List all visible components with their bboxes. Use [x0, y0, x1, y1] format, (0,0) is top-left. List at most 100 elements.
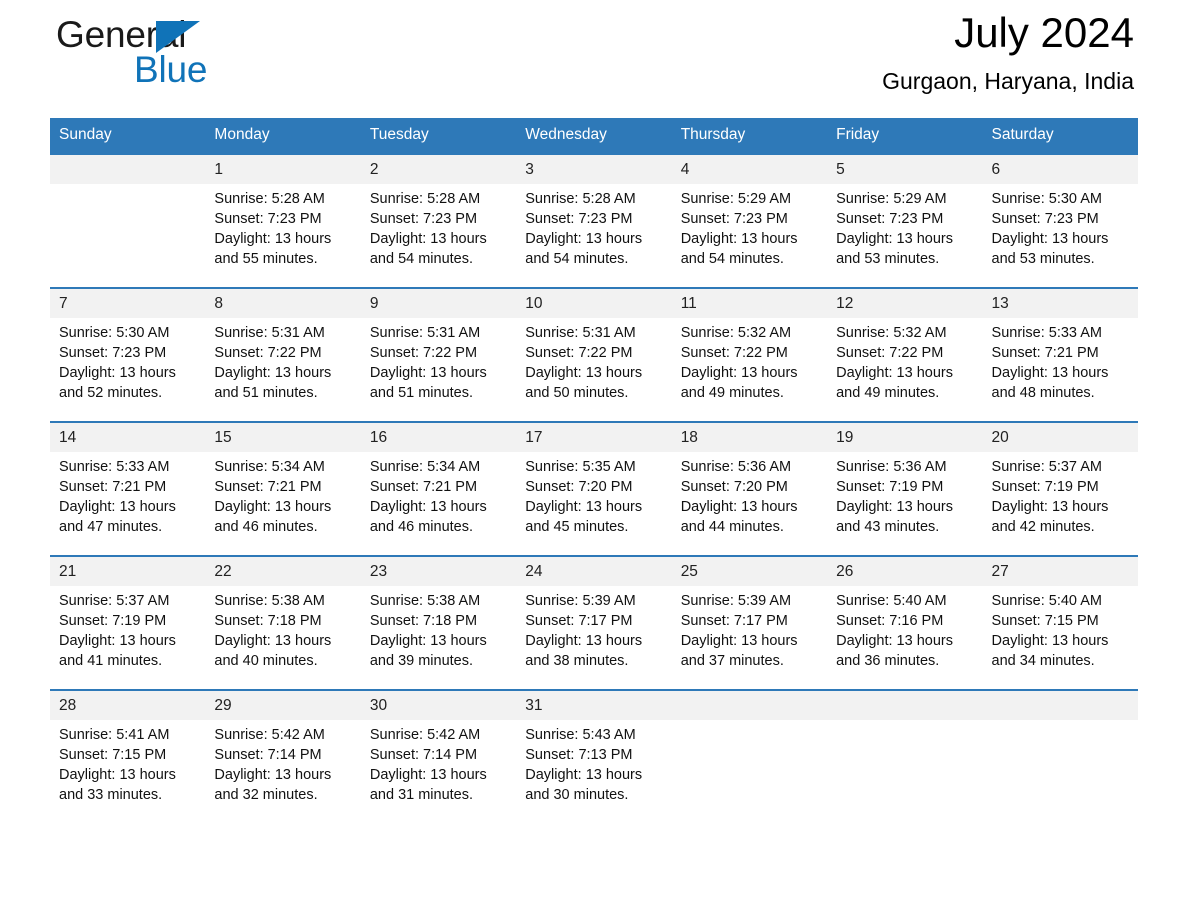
day-number[interactable]: 16 [360, 421, 517, 452]
day-info-line: Daylight: 13 hours [214, 633, 332, 649]
calendar-table: Sunday Monday Tuesday Wednesday Thursday… [50, 118, 1138, 823]
day-number[interactable]: 12 [827, 287, 983, 318]
day-number[interactable]: 23 [360, 555, 517, 586]
day-info-line: Sunset: 7:21 PM [214, 479, 322, 495]
day-cell[interactable]: Sunrise: 5:39 AM Sunset: 7:17 PM Daylight:… [516, 586, 672, 690]
day-number[interactable]: 3 [516, 153, 672, 184]
day-info-line: and 53 minutes. [991, 251, 1095, 267]
day-cell[interactable]: Sunrise: 5:41 AM Sunset: 7:15 PM Daylight:… [50, 720, 206, 823]
day-info-line: Sunrise: 5:32 AM [680, 325, 792, 341]
day-number[interactable]: 26 [827, 555, 983, 586]
day-cell[interactable]: Sunrise: 5:37 AM Sunset: 7:19 PM Daylight:… [982, 452, 1138, 556]
day-info-line: Sunset: 7:18 PM [214, 613, 322, 629]
day-cell[interactable]: Sunrise: 5:34 AM Sunset: 7:21 PM Daylight:… [205, 452, 361, 556]
day-number[interactable]: 28 [50, 689, 206, 720]
day-info-line: Daylight: 13 hours [369, 231, 487, 247]
day-info-line: Daylight: 13 hours [59, 499, 176, 515]
day-info-line: Daylight: 13 hours [214, 365, 332, 381]
day-info-line: Sunrise: 5:30 AM [59, 325, 170, 341]
day-cell[interactable]: Sunrise: 5:28 AM Sunset: 7:23 PM Daylight:… [205, 184, 361, 288]
day-info-line: Sunrise: 5:42 AM [369, 727, 481, 743]
day-info-line: Daylight: 13 hours [369, 365, 487, 381]
day-number[interactable]: 5 [827, 153, 983, 184]
day-cell[interactable]: Sunrise: 5:37 AM Sunset: 7:19 PM Daylight:… [50, 586, 206, 690]
day-info-line: Sunrise: 5:30 AM [991, 191, 1102, 207]
day-info-line: Daylight: 13 hours [59, 633, 176, 649]
day-number[interactable]: 30 [360, 689, 517, 720]
day-number[interactable]: 24 [516, 555, 672, 586]
weekday-header-sunday: Sunday [50, 118, 206, 154]
day-number[interactable]: 10 [516, 287, 672, 318]
day-info-line: Sunrise: 5:35 AM [525, 459, 636, 475]
day-number[interactable]: 22 [205, 555, 361, 586]
day-cell[interactable]: Sunrise: 5:42 AM Sunset: 7:14 PM Daylight:… [205, 720, 361, 823]
day-cell[interactable]: Sunrise: 5:33 AM Sunset: 7:21 PM Daylight:… [50, 452, 206, 556]
day-cell[interactable]: Sunrise: 5:35 AM Sunset: 7:20 PM Daylight:… [516, 452, 672, 556]
day-number[interactable]: 11 [671, 287, 828, 318]
day-number[interactable]: 6 [982, 153, 1138, 184]
day-cell[interactable]: Sunrise: 5:32 AM Sunset: 7:22 PM Daylight:… [827, 318, 983, 422]
day-number[interactable]: 9 [360, 287, 517, 318]
day-number[interactable]: 15 [205, 421, 361, 452]
day-number[interactable]: 7 [50, 287, 206, 318]
day-number[interactable]: 8 [205, 287, 361, 318]
day-number[interactable]: 27 [982, 555, 1138, 586]
day-info-line: Daylight: 13 hours [369, 499, 487, 515]
day-info-line: Sunset: 7:22 PM [680, 345, 788, 361]
day-number[interactable]: 1 [205, 153, 361, 184]
day-cell[interactable]: Sunrise: 5:40 AM Sunset: 7:16 PM Daylight:… [827, 586, 983, 690]
day-number[interactable]: 14 [50, 421, 206, 452]
day-cell[interactable]: Sunrise: 5:30 AM Sunset: 7:23 PM Daylight:… [982, 184, 1138, 288]
day-info-line: Sunset: 7:21 PM [991, 345, 1099, 361]
day-cell[interactable]: Sunrise: 5:42 AM Sunset: 7:14 PM Daylight:… [360, 720, 517, 823]
day-info-line: Daylight: 13 hours [991, 365, 1109, 381]
day-cell[interactable]: Sunrise: 5:28 AM Sunset: 7:23 PM Daylight:… [516, 184, 672, 288]
day-info-line: Sunset: 7:23 PM [369, 211, 478, 227]
day-number[interactable]: 19 [827, 421, 983, 452]
day-cell[interactable]: Sunrise: 5:40 AM Sunset: 7:15 PM Daylight:… [982, 586, 1138, 690]
day-cell[interactable]: Sunrise: 5:34 AM Sunset: 7:21 PM Daylight:… [360, 452, 517, 556]
day-number[interactable]: 21 [50, 555, 206, 586]
day-cell[interactable]: Sunrise: 5:31 AM Sunset: 7:22 PM Daylight:… [516, 318, 672, 422]
day-cell[interactable]: Sunrise: 5:28 AM Sunset: 7:23 PM Daylight:… [360, 184, 517, 288]
day-info-line: Daylight: 13 hours [525, 365, 643, 381]
day-cell[interactable]: Sunrise: 5:36 AM Sunset: 7:20 PM Daylight:… [671, 452, 828, 556]
day-info-line: Daylight: 13 hours [680, 365, 798, 381]
day-cell[interactable]: Sunrise: 5:43 AM Sunset: 7:13 PM Daylight:… [516, 720, 672, 823]
day-info-line: Sunset: 7:19 PM [836, 479, 944, 495]
day-info-line: and 48 minutes. [991, 385, 1095, 401]
day-cell[interactable]: Sunrise: 5:33 AM Sunset: 7:21 PM Daylight:… [982, 318, 1138, 422]
day-info-line: Sunset: 7:23 PM [525, 211, 633, 227]
week-detail-row: Sunrise: 5:41 AM Sunset: 7:15 PM Daylight:… [50, 720, 1138, 823]
day-info-line: Sunrise: 5:28 AM [214, 191, 325, 207]
weekday-header-wednesday: Wednesday [516, 118, 672, 154]
day-info-line: and 46 minutes. [214, 519, 318, 535]
day-number[interactable]: 13 [982, 287, 1138, 318]
day-info-line: Sunrise: 5:37 AM [59, 593, 170, 609]
day-cell[interactable]: Sunrise: 5:29 AM Sunset: 7:23 PM Daylight:… [671, 184, 828, 288]
day-info-line: Sunrise: 5:36 AM [680, 459, 792, 475]
day-number[interactable]: 31 [516, 689, 672, 720]
day-cell[interactable]: Sunrise: 5:36 AM Sunset: 7:19 PM Daylight:… [827, 452, 983, 556]
day-cell[interactable]: Sunrise: 5:30 AM Sunset: 7:23 PM Daylight:… [50, 318, 206, 422]
day-number[interactable]: 29 [205, 689, 361, 720]
day-info-line: Daylight: 13 hours [214, 499, 332, 515]
day-number[interactable]: 20 [982, 421, 1138, 452]
day-number[interactable]: 17 [516, 421, 672, 452]
week-daynumber-row: 21 22 23 24 25 26 27 [50, 555, 1138, 586]
day-number[interactable]: 4 [671, 153, 828, 184]
day-cell[interactable]: Sunrise: 5:31 AM Sunset: 7:22 PM Daylight:… [360, 318, 517, 422]
day-cell[interactable]: Sunrise: 5:39 AM Sunset: 7:17 PM Daylight:… [671, 586, 828, 690]
day-info-line: Sunset: 7:21 PM [369, 479, 478, 495]
day-info-line: and 54 minutes. [680, 251, 784, 267]
day-cell[interactable]: Sunrise: 5:38 AM Sunset: 7:18 PM Daylight:… [205, 586, 361, 690]
day-cell[interactable]: Sunrise: 5:38 AM Sunset: 7:18 PM Daylight:… [360, 586, 517, 690]
day-info-line: Daylight: 13 hours [991, 633, 1109, 649]
day-number[interactable]: 2 [360, 153, 517, 184]
day-number[interactable]: 18 [671, 421, 828, 452]
day-cell[interactable]: Sunrise: 5:29 AM Sunset: 7:23 PM Daylight:… [827, 184, 983, 288]
day-cell[interactable]: Sunrise: 5:31 AM Sunset: 7:22 PM Daylight:… [205, 318, 361, 422]
day-info-line: and 46 minutes. [369, 519, 474, 535]
day-cell[interactable]: Sunrise: 5:32 AM Sunset: 7:22 PM Daylight:… [671, 318, 828, 422]
day-number[interactable]: 25 [671, 555, 828, 586]
